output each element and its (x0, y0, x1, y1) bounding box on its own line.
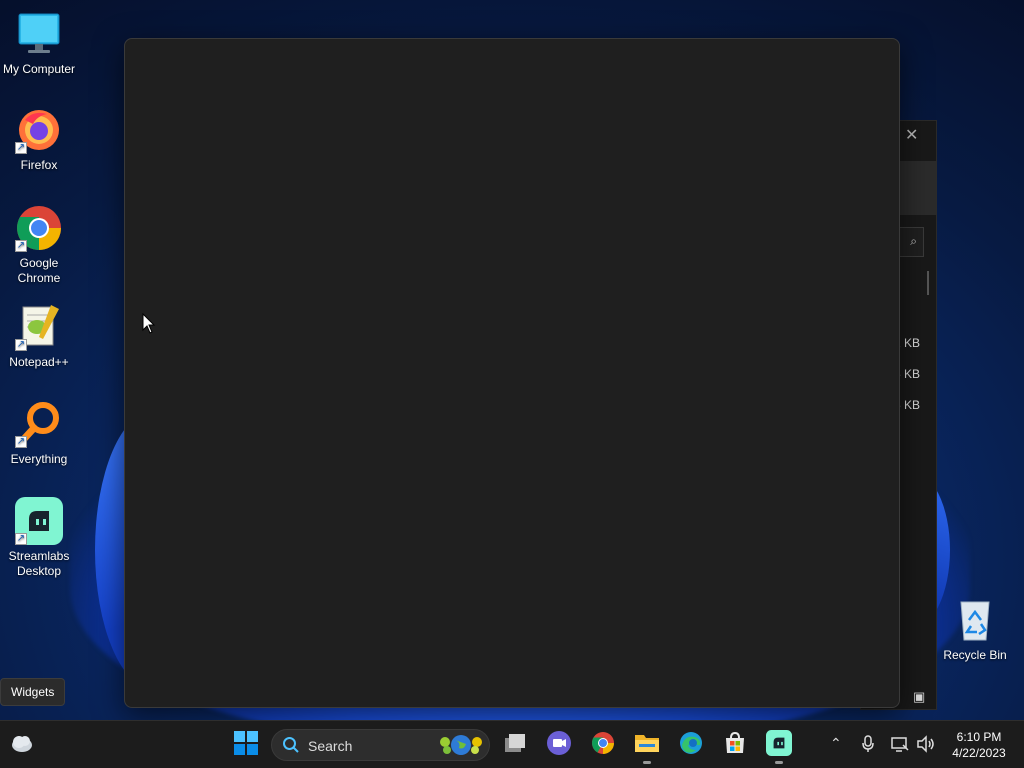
store-icon (723, 731, 747, 760)
blank-app-window[interactable] (124, 38, 900, 708)
microphone-icon[interactable] (862, 735, 874, 756)
clock-time: 6:10 PM (956, 730, 1002, 744)
video-chat-icon (546, 730, 572, 761)
tiles-view-icon[interactable]: ▣ (913, 689, 925, 705)
shortcut-arrow-icon: ↗ (15, 436, 27, 448)
widgets-tooltip: Widgets (0, 678, 66, 706)
shortcut-arrow-icon: ↗ (15, 339, 27, 351)
folder-icon (634, 732, 660, 759)
desktop-icon-recycle-bin[interactable]: Recycle Bin (937, 596, 1013, 663)
firefox-icon: ↗ (15, 106, 63, 154)
search-label: Search (308, 738, 353, 754)
desktop-icon-everything[interactable]: ↗ Everything (1, 400, 77, 467)
show-hidden-icons-chevron-icon[interactable]: ⌃ (830, 735, 842, 752)
teams-chat-button[interactable] (543, 729, 575, 761)
start-button[interactable] (230, 729, 262, 761)
network-icon[interactable] (891, 735, 909, 756)
chrome-icon (591, 731, 615, 760)
streamlabs-icon: ↗ (15, 497, 63, 545)
streamlabs-taskbar-button[interactable] (763, 729, 795, 764)
task-view-icon (503, 732, 527, 759)
streamlabs-icon (766, 729, 792, 761)
desktop-icon-label: My Computer (2, 62, 76, 76)
desktop-icon-label: Firefox (20, 158, 58, 172)
shortcut-arrow-icon: ↗ (15, 240, 27, 252)
taskbar: Search ⌃ 6:10 PM 4/22/2023 (0, 720, 1024, 768)
close-icon[interactable]: ✕ (905, 125, 918, 145)
system-clock[interactable]: 6:10 PM 4/22/2023 (944, 729, 1014, 761)
desktop-icon-label: Notepad++ (9, 355, 69, 369)
column-divider[interactable] (927, 271, 929, 295)
search-icon: ⌕ (910, 234, 917, 248)
desktop-icon-label: Recycle Bin (943, 648, 1007, 662)
notepad-plus-plus-icon: ↗ (15, 303, 63, 351)
chrome-icon: ↗ (15, 204, 63, 252)
edge-taskbar-button[interactable] (675, 729, 707, 761)
desktop-icon-notepad-plus-plus[interactable]: ↗ Notepad++ (1, 303, 77, 370)
weather-cloud-icon (9, 732, 35, 759)
desktop-icon-my-computer[interactable]: My Computer (1, 10, 77, 77)
chrome-taskbar-button[interactable] (587, 729, 619, 761)
mouse-cursor-icon (142, 312, 156, 340)
edge-icon (679, 731, 703, 760)
windows-logo-icon (234, 730, 258, 760)
clock-date: 4/22/2023 (952, 746, 1006, 760)
desktop-icon-label: Google Chrome (17, 256, 61, 285)
monitor-icon (15, 10, 63, 58)
search-icon (282, 736, 300, 759)
recycle-bin-icon (951, 596, 999, 644)
magnifier-icon: ↗ (15, 400, 63, 448)
widgets-button[interactable] (6, 729, 38, 761)
desktop-icon-label: Everything (10, 452, 68, 466)
volume-icon[interactable] (916, 735, 936, 756)
taskbar-search-box[interactable]: Search (271, 729, 490, 761)
store-taskbar-button[interactable] (719, 729, 751, 761)
earth-day-icon (437, 732, 485, 758)
desktop-icon-label: Streamlabs Desktop (8, 549, 70, 578)
desktop-icon-google-chrome[interactable]: ↗ Google Chrome (1, 204, 77, 286)
shortcut-arrow-icon: ↗ (15, 533, 27, 545)
desktop-icon-streamlabs[interactable]: ↗ Streamlabs Desktop (1, 497, 77, 579)
file-explorer-taskbar-button[interactable] (631, 729, 663, 764)
shortcut-arrow-icon: ↗ (15, 142, 27, 154)
desktop-icon-firefox[interactable]: ↗ Firefox (1, 106, 77, 173)
task-view-button[interactable] (499, 729, 531, 761)
